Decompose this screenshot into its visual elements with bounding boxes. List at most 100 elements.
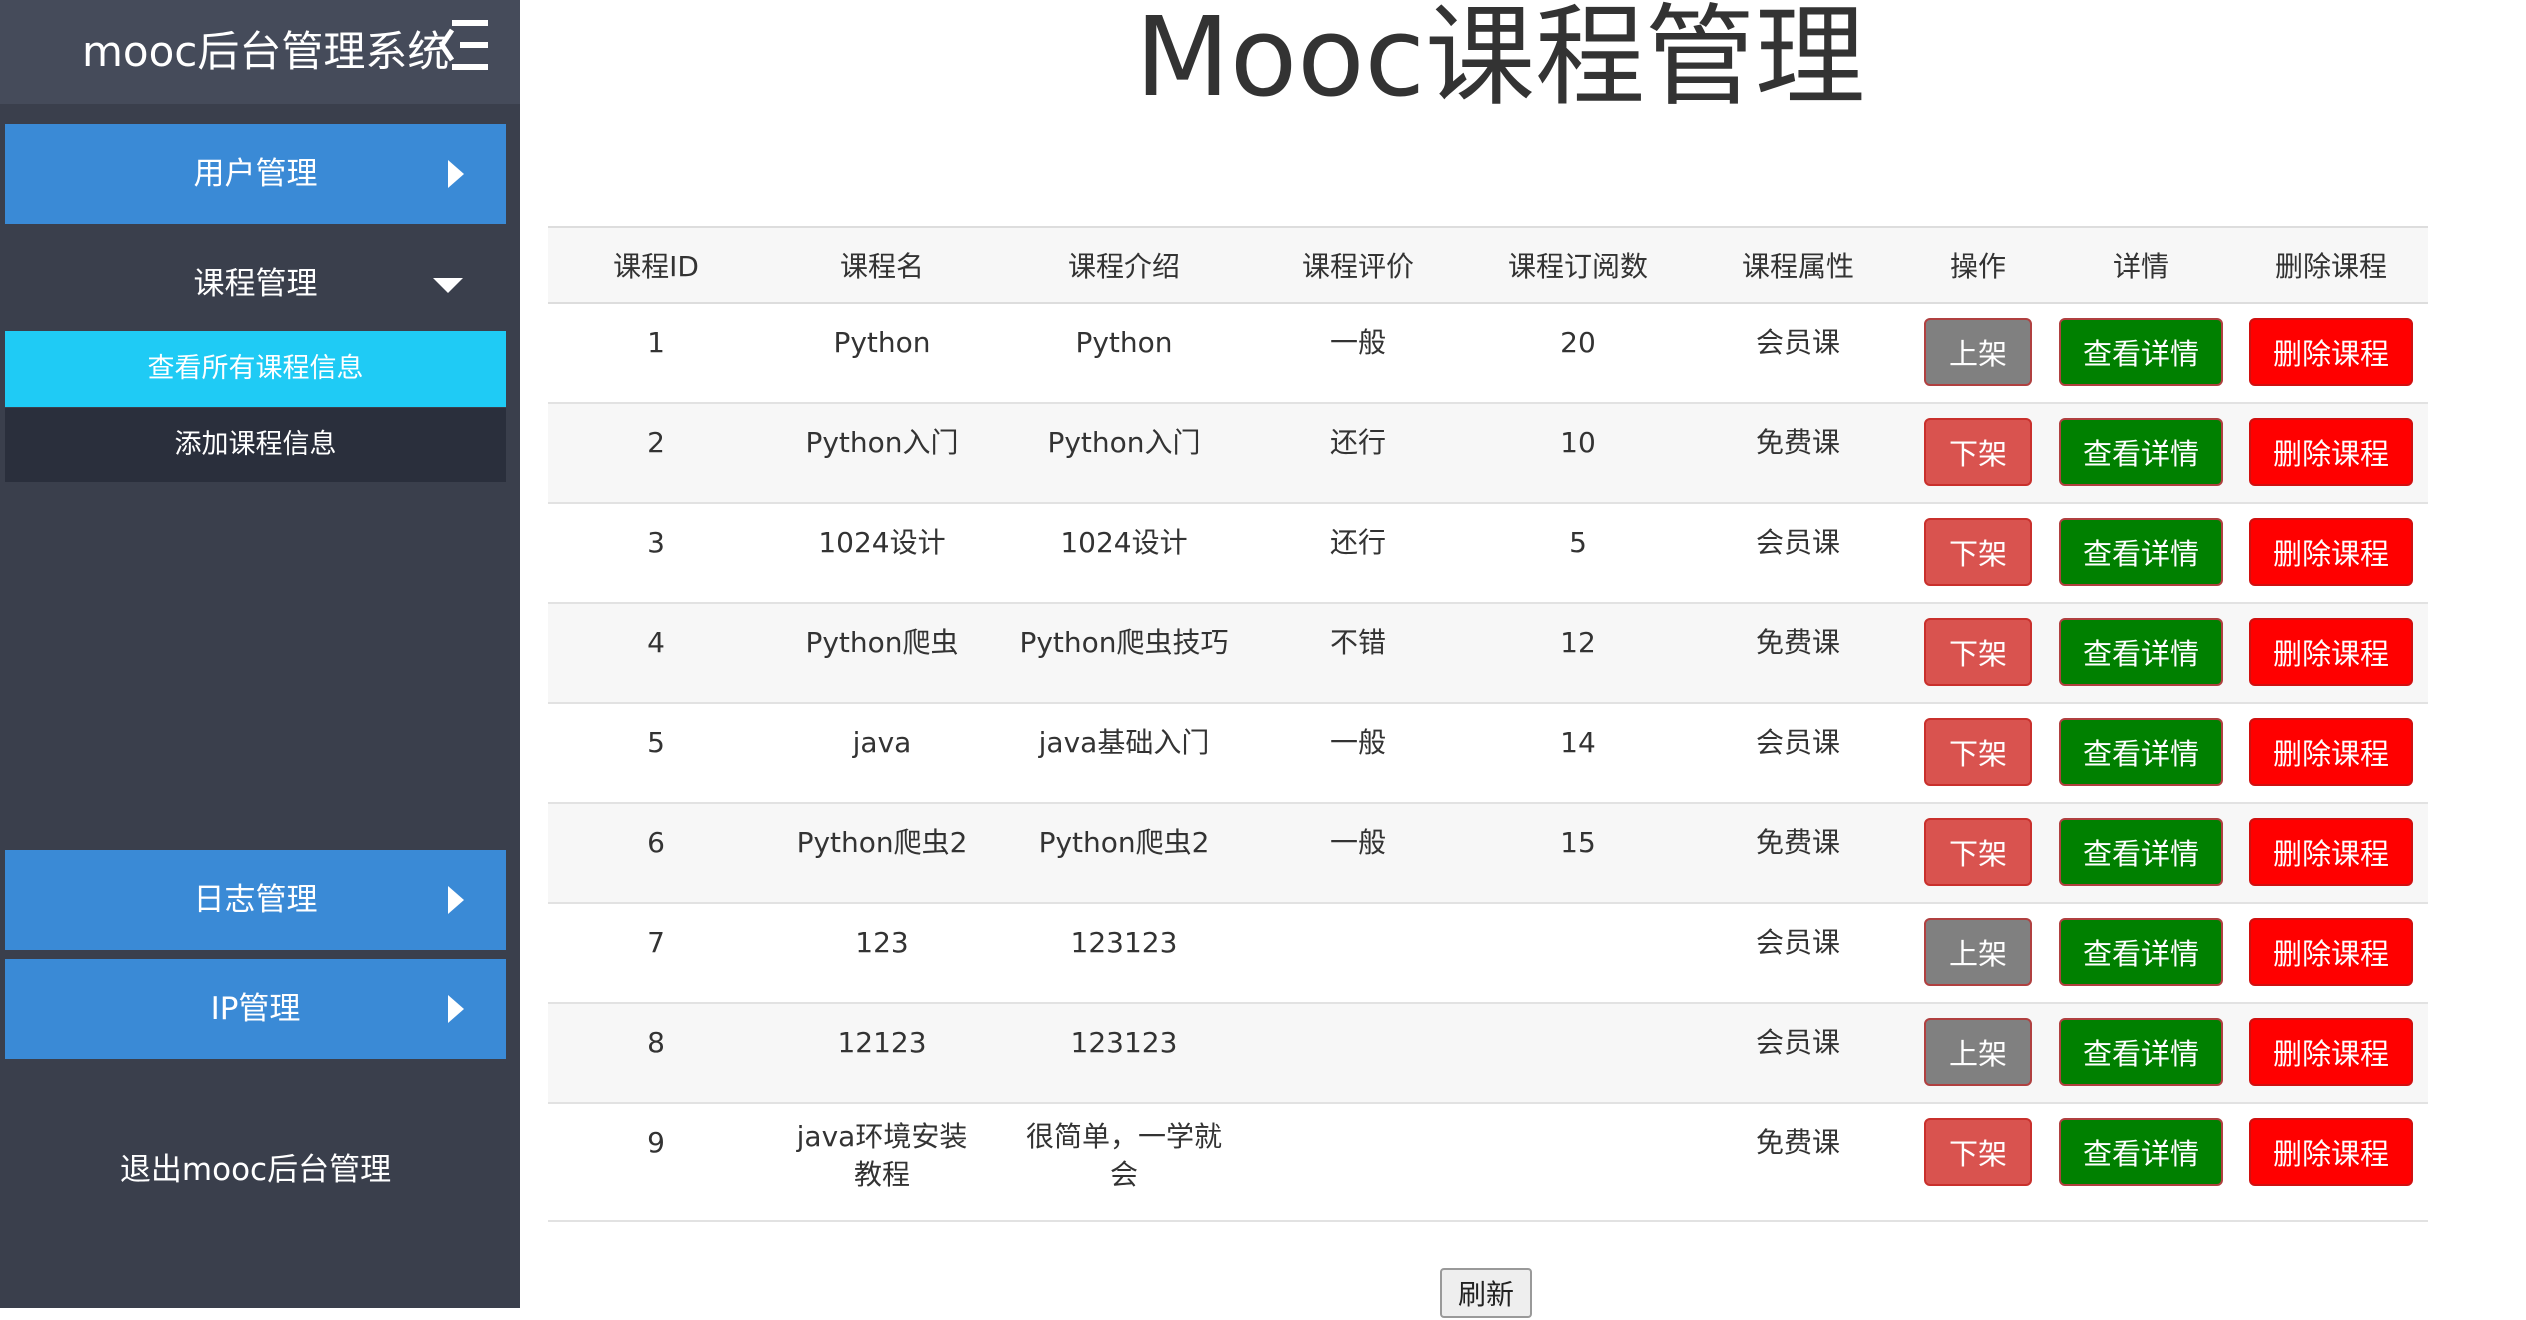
cell-type: 会员课 [1688, 503, 1908, 604]
nav-item-ip-management[interactable]: IP管理 [5, 959, 506, 1059]
view-detail-button[interactable]: 查看详情 [2059, 518, 2223, 586]
cell-id: 8 [548, 1003, 764, 1104]
table-row: 1 Python Python 一般 20 会员课 上架 查看详情 删除课程 [548, 303, 2428, 404]
cell-id: 4 [548, 603, 764, 704]
cell-subscriptions [1468, 903, 1688, 1004]
cell-id: 3 [548, 503, 764, 604]
unpublish-button[interactable]: 下架 [1924, 518, 2032, 586]
delete-course-button[interactable]: 删除课程 [2249, 1018, 2413, 1086]
delete-course-button[interactable]: 删除课程 [2249, 518, 2413, 586]
brand-title: mooc后台管理系统 [82, 27, 450, 76]
cell-subscriptions [1468, 1003, 1688, 1104]
arrow-down-icon [433, 278, 463, 293]
subnav-item-add-course[interactable]: 添加课程信息 [5, 408, 506, 482]
view-detail-button[interactable]: 查看详情 [2059, 718, 2223, 786]
view-detail-button[interactable]: 查看详情 [2059, 618, 2223, 686]
cell-type: 会员课 [1688, 1003, 1908, 1104]
cell-subscriptions [1468, 1103, 1688, 1222]
cell-action: 上架 [1908, 303, 2048, 404]
cell-delete: 删除课程 [2234, 703, 2428, 804]
table-row: 2 Python入门 Python入门 还行 10 免费课 下架 查看详情 删除课程 [548, 403, 2428, 504]
delete-course-button[interactable]: 删除课程 [2249, 918, 2413, 986]
cell-name: Python入门 [764, 403, 1000, 504]
cell-detail: 查看详情 [2048, 803, 2234, 904]
cell-intro: Python爬虫2 [1000, 803, 1248, 904]
nav-item-log-management[interactable]: 日志管理 [5, 850, 506, 950]
cell-subscriptions: 14 [1468, 703, 1688, 804]
arrow-right-icon [448, 160, 464, 188]
cell-type: 会员课 [1688, 303, 1908, 404]
cell-detail: 查看详情 [2048, 1003, 2234, 1104]
cell-name: 1024设计 [764, 503, 1000, 604]
cell-delete: 删除课程 [2234, 903, 2428, 1004]
menu-collapse-icon[interactable] [438, 16, 492, 74]
cell-delete: 删除课程 [2234, 503, 2428, 604]
col-header-rating: 课程评价 [1248, 226, 1468, 304]
cell-action: 下架 [1908, 403, 2048, 504]
publish-button[interactable]: 上架 [1924, 318, 2032, 386]
view-detail-button[interactable]: 查看详情 [2059, 318, 2223, 386]
cell-subscriptions: 15 [1468, 803, 1688, 904]
delete-course-button[interactable]: 删除课程 [2249, 1118, 2413, 1186]
refresh-button[interactable]: 刷新 [1440, 1268, 1532, 1318]
arrow-right-icon [448, 995, 464, 1023]
cell-id: 6 [548, 803, 764, 904]
cell-intro: 123123 [1000, 1003, 1248, 1104]
unpublish-button[interactable]: 下架 [1924, 418, 2032, 486]
cell-type: 免费课 [1688, 803, 1908, 904]
cell-id: 2 [548, 403, 764, 504]
unpublish-button[interactable]: 下架 [1924, 718, 2032, 786]
cell-type: 会员课 [1688, 703, 1908, 804]
delete-course-button[interactable]: 删除课程 [2249, 718, 2413, 786]
subnav-item-view-all-courses[interactable]: 查看所有课程信息 [5, 331, 506, 407]
cell-action: 下架 [1908, 503, 2048, 604]
publish-button[interactable]: 上架 [1924, 918, 2032, 986]
view-detail-button[interactable]: 查看详情 [2059, 418, 2223, 486]
logout-link[interactable]: 退出mooc后台管理 [5, 1140, 506, 1200]
cell-subscriptions: 20 [1468, 303, 1688, 404]
cell-action: 上架 [1908, 1003, 2048, 1104]
cell-rating: 还行 [1248, 503, 1468, 604]
cell-intro: Python [1000, 303, 1248, 404]
cell-detail: 查看详情 [2048, 503, 2234, 604]
cell-type: 免费课 [1688, 603, 1908, 704]
nav-item-course-management[interactable]: 课程管理 [5, 234, 506, 334]
cell-rating: 一般 [1248, 303, 1468, 404]
nav-item-user-management[interactable]: 用户管理 [5, 124, 506, 224]
cell-intro: Python入门 [1000, 403, 1248, 504]
view-detail-button[interactable]: 查看详情 [2059, 818, 2223, 886]
col-header-subscriptions: 课程订阅数 [1468, 226, 1688, 304]
cell-id: 5 [548, 703, 764, 804]
cell-name: Python爬虫2 [764, 803, 1000, 904]
view-detail-button[interactable]: 查看详情 [2059, 918, 2223, 986]
publish-button[interactable]: 上架 [1924, 1018, 2032, 1086]
delete-course-button[interactable]: 删除课程 [2249, 818, 2413, 886]
cell-action: 下架 [1908, 603, 2048, 704]
nav-label: IP管理 [210, 991, 301, 1027]
unpublish-button[interactable]: 下架 [1924, 818, 2032, 886]
view-detail-button[interactable]: 查看详情 [2059, 1018, 2223, 1086]
cell-subscriptions: 10 [1468, 403, 1688, 504]
view-detail-button[interactable]: 查看详情 [2059, 1118, 2223, 1186]
cell-action: 下架 [1908, 803, 2048, 904]
cell-name: Python [764, 303, 1000, 404]
cell-type: 会员课 [1688, 903, 1908, 1004]
table-row: 9 java环境安装教程 很简单，一学就会 免费课 下架 查看详情 删除课程 [548, 1103, 2428, 1222]
cell-rating: 不错 [1248, 603, 1468, 704]
unpublish-button[interactable]: 下架 [1924, 618, 2032, 686]
cell-delete: 删除课程 [2234, 803, 2428, 904]
cell-name: java环境安装教程 [764, 1103, 1000, 1222]
delete-course-button[interactable]: 删除课程 [2249, 618, 2413, 686]
delete-course-button[interactable]: 删除课程 [2249, 318, 2413, 386]
cell-rating [1248, 1103, 1468, 1222]
table-row: 4 Python爬虫 Python爬虫技巧 不错 12 免费课 下架 查看详情 删除课程 [548, 603, 2428, 704]
cell-action: 下架 [1908, 1103, 2048, 1222]
delete-course-button[interactable]: 删除课程 [2249, 418, 2413, 486]
table-row: 6 Python爬虫2 Python爬虫2 一般 15 免费课 下架 查看详情 删除课程 [548, 803, 2428, 904]
cell-intro: 1024设计 [1000, 503, 1248, 604]
cell-rating: 一般 [1248, 803, 1468, 904]
cell-subscriptions: 5 [1468, 503, 1688, 604]
cell-detail: 查看详情 [2048, 603, 2234, 704]
table-row: 7 123 123123 会员课 上架 查看详情 删除课程 [548, 903, 2428, 1004]
unpublish-button[interactable]: 下架 [1924, 1118, 2032, 1186]
